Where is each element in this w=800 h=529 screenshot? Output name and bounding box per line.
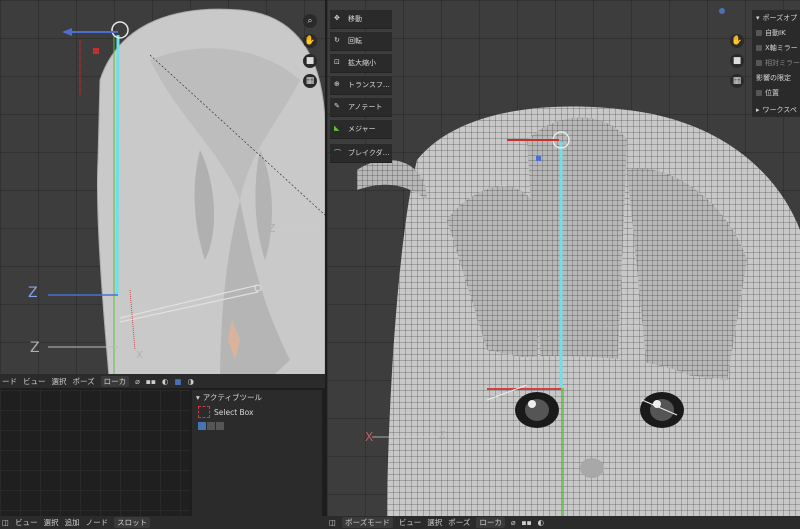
tool-scale-label: 拡大縮小 [348, 59, 376, 67]
menu-select[interactable]: 選択 [52, 376, 67, 387]
active-tool-panel: ▾ アクティブツール Select Box [192, 390, 322, 516]
auto-ik-row[interactable]: 自動IK [752, 25, 800, 40]
zoom-icon[interactable]: ⌕ [303, 14, 317, 28]
measure-icon: ◣ [334, 124, 340, 132]
affect-only-label: 影響の限定 [756, 73, 791, 82]
mode-dropdown[interactable]: ポーズモード [342, 517, 393, 528]
mode-subtract-icon[interactable] [216, 422, 224, 430]
tool-scale[interactable]: ⊡ 拡大縮小 [330, 54, 392, 73]
tool-name: Select Box [214, 407, 254, 417]
location-row[interactable]: 位置 [752, 85, 800, 100]
expand-icon: ▸ [756, 105, 760, 114]
collapse-arrow-icon: ▾ [196, 392, 200, 402]
pan-hand-icon[interactable]: ✋ [303, 34, 317, 48]
workspace-label: ワークスペ [762, 105, 797, 114]
menu-pose[interactable]: ポーズ [73, 376, 95, 387]
transform-orientation-dropdown[interactable]: ローカ [100, 375, 130, 387]
right-camera-icon[interactable]: ■ [730, 54, 744, 68]
overlay-icon[interactable]: ◐ [162, 377, 169, 386]
bottom-menu-add[interactable]: 追加 [65, 517, 80, 528]
mode-new-icon[interactable] [198, 422, 206, 430]
axis-x-label: X [136, 350, 143, 361]
right-menu-view[interactable]: ビュー [399, 517, 422, 528]
tool-annotate-label: アノテート [348, 103, 383, 111]
auto-ik-checkbox[interactable] [756, 29, 762, 36]
move-icon: ✥ [334, 14, 340, 22]
right-viewport-header: ◫ ポーズモード ビュー 選択 ポーズ ローカ ⌀ ▪▪ ◐ [327, 516, 800, 529]
tool-breakdown[interactable]: ⌒ ブレイクダ… [330, 144, 392, 163]
x-mirror-label: X軸ミラー [765, 43, 798, 52]
snap-icon[interactable]: ⌀ [135, 377, 140, 386]
grid-view-icon[interactable]: ▦ [303, 74, 317, 88]
tool-move-label: 移動 [348, 15, 362, 23]
bottom-menu-node[interactable]: ノード [86, 517, 109, 528]
menu-view[interactable]: ビュー [23, 376, 46, 387]
node-editor[interactable] [0, 390, 190, 516]
tool-annotate[interactable]: ✎ アノテート [330, 98, 392, 117]
scale-icon: ⊡ [334, 58, 340, 66]
collapse-icon: ▾ [756, 13, 760, 22]
pose-options-title: ポーズオプ [762, 13, 798, 22]
left-scene [48, 8, 325, 388]
bottom-menu-editor-icon[interactable]: ◫ [2, 518, 9, 527]
x-mirror-checkbox[interactable] [756, 44, 762, 51]
workspace-row[interactable]: ▸ ワークスペ [752, 102, 800, 117]
pose-options-header[interactable]: ▾ ポーズオプ [752, 10, 800, 25]
relative-mirror-checkbox[interactable] [756, 59, 762, 66]
right-pivot-icon[interactable]: ▪▪ [521, 518, 531, 527]
select-box-icon[interactable] [198, 406, 210, 418]
right-axis-z-label: Z [439, 430, 446, 441]
right-axis-x-label: X [365, 430, 374, 444]
right-menu-pose[interactable]: ポーズ [448, 517, 470, 528]
active-tool-header[interactable]: ▾ アクティブツール [192, 390, 322, 404]
editor-type-icon[interactable]: ◫ [329, 518, 336, 527]
tool-measure[interactable]: ◣ メジャー [330, 120, 392, 139]
rotate-icon: ↻ [334, 36, 340, 44]
bottom-header: ◫ ビュー 選択 追加 ノード スロット [0, 516, 327, 529]
tool-measure-label: メジャー [348, 125, 376, 133]
right-orientation-dropdown[interactable]: ローカ [476, 517, 505, 528]
right-snap-icon[interactable]: ⌀ [511, 518, 516, 527]
menu-mode[interactable]: ード [2, 376, 17, 387]
bottom-menu-view[interactable]: ビュー [15, 517, 38, 528]
camera-icon[interactable]: ■ [303, 54, 317, 68]
mode-extend-icon[interactable] [207, 422, 215, 430]
affect-only-label-row: 影響の限定 [752, 70, 800, 85]
pose-options-panel: ▾ ポーズオプ 自動IK X軸ミラー 相対ミラー 影響の限定 位置 ▸ ワークス… [752, 10, 800, 117]
transform-icon: ⊕ [334, 80, 340, 88]
relative-mirror-row[interactable]: 相対ミラー [752, 55, 800, 70]
bottom-menu-select[interactable]: 選択 [44, 517, 59, 528]
axis-z-label-3: Z [268, 222, 276, 235]
right-grid-view-icon[interactable]: ▦ [730, 74, 744, 88]
breakdown-icon: ⌒ [334, 149, 341, 157]
axis-z-label-2: Z [30, 340, 40, 356]
location-checkbox[interactable] [756, 89, 762, 96]
annotate-icon: ✎ [334, 102, 340, 110]
bottom-menu-slot[interactable]: スロット [114, 517, 151, 528]
axis-z-label-1: Z [28, 285, 38, 301]
tool-move[interactable]: ✥ 移動 [330, 10, 392, 29]
right-menu-select[interactable]: 選択 [427, 517, 442, 528]
auto-ik-label: 自動IK [765, 28, 786, 37]
x-mirror-row[interactable]: X軸ミラー [752, 40, 800, 55]
shading-icon[interactable]: ◑ [187, 377, 194, 386]
left-viewport[interactable]: Z Z Z X ⌕ ✋ ■ ▦ ード ビュー 選択 ポーズ ローカ ⌀ ▪▪ ◐… [0, 0, 325, 388]
active-tool-title: アクティブツール [202, 392, 262, 402]
tool-transform[interactable]: ⊕ トランスフ… [330, 76, 392, 95]
tool-rotate[interactable]: ↻ 回転 [330, 32, 392, 51]
location-label: 位置 [765, 88, 779, 97]
scene-indicator-icon [719, 8, 725, 14]
relative-mirror-label: 相対ミラー [765, 58, 800, 67]
tool-transform-label: トランスフ… [348, 81, 390, 89]
xray-icon[interactable]: ■ [174, 377, 181, 386]
pivot-icon[interactable]: ▪▪ [146, 377, 156, 386]
right-pan-hand-icon[interactable]: ✋ [730, 34, 744, 48]
left-viewport-header: ード ビュー 選択 ポーズ ローカ ⌀ ▪▪ ◐ ■ ◑ [0, 374, 325, 388]
tool-breakdown-label: ブレイクダ… [348, 149, 390, 157]
right-overlay-icon[interactable]: ◐ [538, 518, 545, 527]
tool-rotate-label: 回転 [348, 37, 362, 45]
